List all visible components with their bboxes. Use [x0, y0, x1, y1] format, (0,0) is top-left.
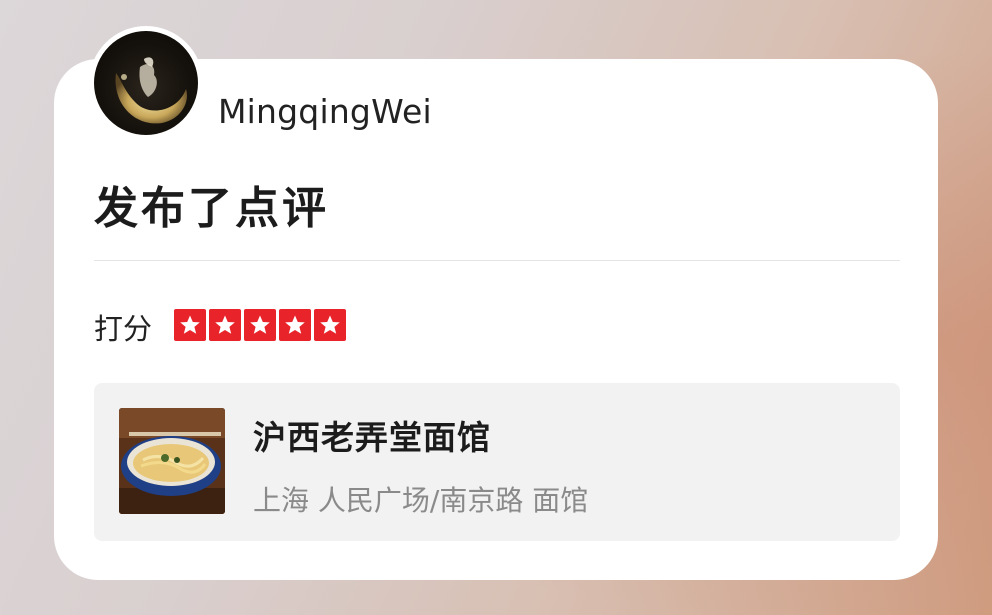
post-action-title: 发布了点评 [94, 183, 329, 234]
star-icon [174, 309, 206, 341]
avatar[interactable] [89, 26, 203, 140]
crescent-moon-avatar-icon [94, 31, 198, 135]
noodle-bowl-photo-icon [119, 408, 225, 514]
username[interactable]: MingqingWei [218, 92, 432, 131]
star-icon [314, 309, 346, 341]
star-icon [279, 309, 311, 341]
shop-card[interactable]: 沪西老弄堂面馆 上海 人民广场/南京路 面馆 [94, 383, 900, 541]
divider [94, 260, 900, 261]
star-icon [244, 309, 276, 341]
shop-meta: 上海 人民广场/南京路 面馆 [253, 484, 589, 517]
rating-stars [174, 309, 346, 341]
star-icon [209, 309, 241, 341]
rating-label: 打分 [94, 312, 153, 346]
shop-name[interactable]: 沪西老弄堂面馆 [253, 411, 491, 459]
